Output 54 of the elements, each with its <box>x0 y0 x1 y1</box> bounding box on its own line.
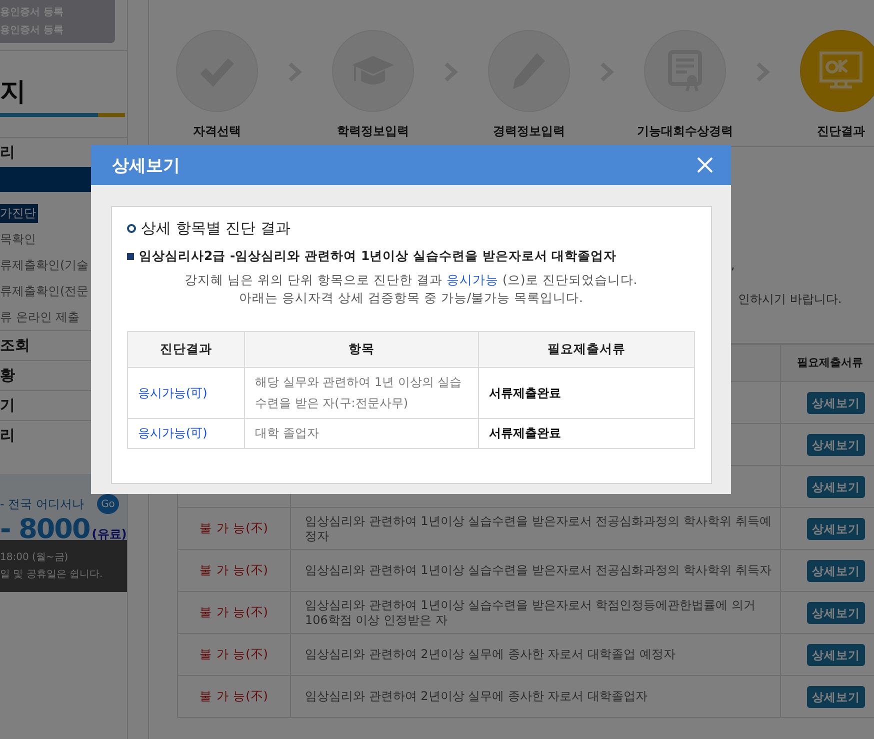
close-icon[interactable] <box>697 157 713 173</box>
phone-number: - 8000 <box>0 514 90 545</box>
detail-button[interactable]: 상세보기 <box>807 518 865 540</box>
detail-button[interactable]: 상세보기 <box>807 434 865 456</box>
sidebar-submenu-item[interactable]: 목확인 <box>0 230 38 248</box>
go-bubble-icon[interactable]: Go <box>97 494 119 514</box>
document-status: 서류제출완료 <box>489 386 561 400</box>
criterion-text: 임상심리와 관련하여 2년이상 실무에 종사한 자로서 대학졸업자 <box>305 689 648 704</box>
step-label: 기능대회수상경력 <box>637 123 733 140</box>
result-message: 아래는 응시자격 상세 검증항목 중 가능/불가능 목록입니다. <box>238 289 584 307</box>
result-status: 불 가 능(不) <box>200 647 268 662</box>
criterion-text: 해당 실무와 관련하여 1년 이상의 실습수련을 받은 자(구:전문사무) <box>255 374 463 412</box>
step-label: 학력정보입력 <box>337 123 409 140</box>
result-status: 불 가 능(不) <box>200 605 268 620</box>
sidebar-title: 지 <box>0 76 27 109</box>
notice-text: , <box>731 257 735 274</box>
step-label: 자격선택 <box>193 123 241 140</box>
criterion-text: 임상심리와 관련하여 1년이상 실습수련을 받은자로서 전공심화과정의 학사학위 취득예정자 <box>305 514 772 544</box>
sidebar-submenu-item[interactable]: 가진단 <box>0 204 38 222</box>
document-status: 서류제출완료 <box>489 426 561 440</box>
detail-button[interactable]: 상세보기 <box>807 560 865 582</box>
result-status: 불 가 능(不) <box>200 521 268 536</box>
criterion-text: 임상심리와 관련하여 1년이상 실습수련을 받은자로서 전공심화과정의 학사학위 취득자 <box>305 563 772 578</box>
banner-tagline: - 전국 어디서나 <box>0 496 84 512</box>
step-label: 진단결과 <box>817 123 865 140</box>
criterion-text: 임상심리와 관련하여 1년이상 실습수련을 받은자로서 학점인정등에관한법률에 의거 106학점 이상 인정받은 자 <box>305 598 757 628</box>
sidebar-submenu-item[interactable]: 류 온라인 제출 <box>0 308 82 326</box>
result-message: 강지혜 님은 위의 단위 항목으로 진단한 결과 응시가능 (으)로 진단되었습니다. <box>184 271 638 289</box>
result-status: 불 가 능(不) <box>200 689 268 704</box>
section-title: 상세 항목별 진단 결과 <box>141 219 290 238</box>
column-header: 필요제출서류 <box>478 332 694 368</box>
sidebar-submenu-item[interactable]: 류제출확인(기술 <box>0 256 91 274</box>
bullet-ring-icon <box>127 224 136 233</box>
column-header: 진단결과 <box>128 332 244 368</box>
result-status: 불 가 능(不) <box>200 563 268 578</box>
detail-button[interactable]: 상세보기 <box>807 476 865 498</box>
holiday-note: 일 및 공휴일은 쉽니다. <box>0 568 104 582</box>
criterion-text: 임상심리와 관련하여 2년이상 실무에 종사한 자로서 대학졸업 예정자 <box>305 647 676 662</box>
step-label: 경력정보입력 <box>493 123 565 140</box>
detail-button[interactable]: 상세보기 <box>807 602 865 624</box>
result-status: 응시가능(可) <box>138 426 208 440</box>
detail-button[interactable]: 상세보기 <box>807 686 865 708</box>
sidebar-submenu-item[interactable]: 류제출확인(전문 <box>0 282 91 300</box>
column-header: 필요제출서류 <box>797 356 863 370</box>
detail-button[interactable]: 상세보기 <box>807 644 865 666</box>
notice-text: 인하시기 바랍니다. <box>738 291 842 308</box>
fee-note: (유료) <box>92 526 127 543</box>
bullet-square-icon <box>127 253 134 260</box>
criterion-text: 대학 졸업자 <box>255 425 320 442</box>
qualification-title: 임상심리사2급 -임상심리와 관련하여 1년이상 실습수련을 받은자로서 대학졸업자 <box>139 248 617 265</box>
opening-hours: 18:00 (월~금) <box>0 551 70 565</box>
detail-button[interactable]: 상세보기 <box>807 392 865 414</box>
result-status: 응시가능(可) <box>138 386 208 400</box>
column-header: 항목 <box>244 332 478 368</box>
